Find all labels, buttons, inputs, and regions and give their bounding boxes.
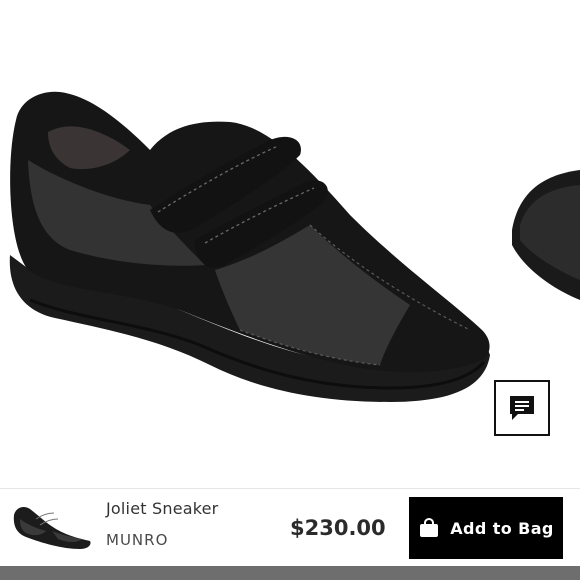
product-brand: MUNRO [106,531,169,549]
product-image-gallery[interactable] [0,0,580,488]
shopping-bag-icon [418,517,440,539]
bottom-divider [0,566,580,580]
product-price: $230.00 [290,516,386,540]
add-to-bag-label: Add to Bag [450,518,554,538]
product-page: Joliet Sneaker MUNRO $230.00 Add to Bag [0,0,580,580]
product-thumbnail [13,507,91,549]
chat-bubble-icon [510,396,534,420]
add-to-bag-button[interactable]: Add to Bag [409,497,563,559]
purchase-bar: Joliet Sneaker MUNRO $230.00 Add to Bag [0,488,580,566]
product-image [9,91,580,402]
product-name: Joliet Sneaker [106,499,219,518]
chat-button[interactable] [494,380,550,436]
